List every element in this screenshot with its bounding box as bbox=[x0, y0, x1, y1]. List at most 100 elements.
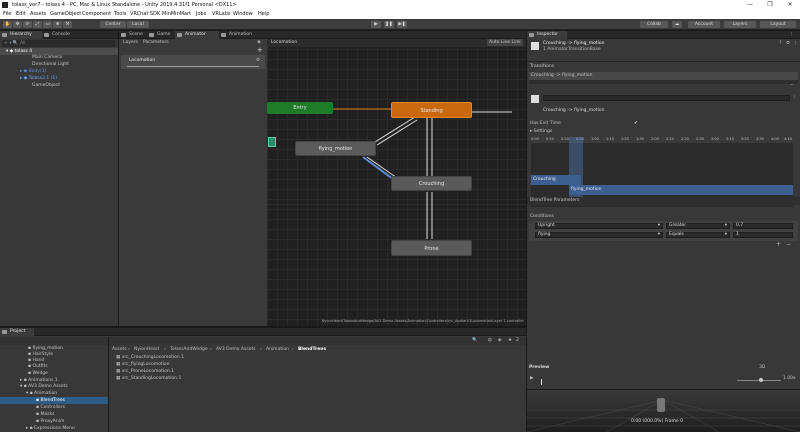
menu-vrlabs[interactable]: VRLabs bbox=[212, 10, 231, 19]
menu-gameobject[interactable]: GameObject bbox=[50, 10, 81, 19]
preview-3d-toggle[interactable]: 3D bbox=[759, 364, 765, 371]
hierarchy-item[interactable]: GameObject bbox=[0, 82, 60, 89]
any-state-marker-icon[interactable] bbox=[268, 137, 276, 147]
project-folder[interactable]: ▸ ▪ Expressions Menu bbox=[26, 425, 75, 432]
project-splitter[interactable] bbox=[108, 337, 109, 432]
rotate-tool-icon[interactable]: ⟳ bbox=[23, 21, 32, 28]
rect-tool-icon[interactable]: ▭ bbox=[43, 21, 52, 28]
transform-tool-icon[interactable]: ⊕ bbox=[53, 21, 62, 28]
project-folder[interactable]: ▪ Masks bbox=[36, 411, 54, 418]
step-icon[interactable]: ▶❚ bbox=[397, 21, 407, 28]
add-layer-icon[interactable]: + bbox=[257, 47, 263, 54]
remove-transition-icon[interactable]: − bbox=[790, 82, 794, 89]
project-folder[interactable]: ▪ Controllers bbox=[36, 404, 65, 411]
layout-dropdown[interactable]: Layout bbox=[760, 21, 796, 28]
hierarchy-search[interactable]: + ▾ 🔍 All bbox=[2, 40, 116, 47]
cloud-icon[interactable]: ☁ bbox=[672, 21, 682, 28]
transition-name-field[interactable] bbox=[543, 95, 790, 101]
pause-icon[interactable]: ❚❚ bbox=[384, 21, 394, 28]
breadcrumb-item[interactable]: NyionHeart bbox=[134, 346, 159, 353]
animator-graph[interactable]: Locomotion Auto Live Link Entry Standing… bbox=[267, 39, 526, 326]
project-folder[interactable]: ▪ ProxyAnim bbox=[36, 418, 64, 425]
breadcrumb-item[interactable]: Animation bbox=[266, 346, 289, 353]
project-folder[interactable]: ▪ Wedge bbox=[28, 370, 48, 377]
layers-tab[interactable]: Layers bbox=[123, 39, 138, 46]
condition-value-input[interactable]: 1 bbox=[733, 232, 793, 238]
filter-label-icon[interactable]: ◈ bbox=[498, 337, 501, 344]
move-tool-icon[interactable]: ✥ bbox=[13, 21, 22, 28]
remove-condition-icon[interactable]: − bbox=[786, 241, 791, 248]
favorite-icon[interactable]: ★ bbox=[508, 337, 512, 344]
menu-component[interactable]: Component bbox=[82, 10, 111, 19]
menu-jobs[interactable]: Jobs bbox=[196, 10, 206, 19]
state-flying-motion[interactable]: flying_motion bbox=[295, 141, 376, 156]
menu-file[interactable]: File bbox=[3, 10, 11, 19]
state-prone[interactable]: Prone bbox=[391, 240, 472, 256]
tab-animator[interactable]: Animator bbox=[175, 31, 219, 39]
transition-list-item[interactable]: Crouching -> flying_motion bbox=[529, 72, 798, 80]
preview-play-icon[interactable]: ▶ bbox=[530, 375, 533, 382]
panel-menu-icon[interactable]: ⋮ bbox=[789, 31, 794, 38]
parameters-tab[interactable]: Parameters bbox=[143, 39, 169, 46]
eye-icon[interactable]: ◉ bbox=[257, 39, 261, 46]
state-standing[interactable]: Standing bbox=[391, 102, 472, 118]
more-icon[interactable]: ⋮ bbox=[793, 40, 798, 47]
project-folder[interactable]: ▪ Outfits bbox=[28, 363, 48, 370]
condition-param-dropdown[interactable]: Upright ▾ bbox=[535, 223, 663, 229]
menu-tools[interactable]: Tools bbox=[114, 10, 126, 19]
track-crouching[interactable]: Crouching bbox=[531, 175, 581, 185]
project-search-icon[interactable]: 🔍 bbox=[472, 337, 478, 344]
menu-assets[interactable]: Assets bbox=[30, 10, 46, 19]
project-file[interactable]: ▦ vrc_CrouchingLocomotion.1 bbox=[116, 354, 184, 361]
condition-op-dropdown[interactable]: Greater ▾ bbox=[666, 223, 730, 229]
breadcrumb-item[interactable]: TolassAndWedge bbox=[170, 346, 208, 353]
menu-vrchat-sdk[interactable]: VRChat SDK bbox=[130, 10, 160, 19]
menu-help[interactable]: Help bbox=[258, 10, 269, 19]
state-entry[interactable]: Entry bbox=[267, 102, 333, 114]
pivot-center-button[interactable]: Center bbox=[100, 21, 126, 28]
has-exit-time-checkbox[interactable]: ✔ bbox=[634, 120, 638, 127]
tab-hierarchy[interactable]: Hierarchy bbox=[0, 31, 42, 39]
tab-scene[interactable]: Scene bbox=[119, 31, 147, 39]
condition-op-dropdown[interactable]: Equals ▾ bbox=[666, 232, 730, 238]
play-icon[interactable]: ▶ bbox=[371, 21, 381, 28]
maximize-button[interactable]: ❐ bbox=[760, 0, 780, 10]
account-dropdown[interactable]: Account bbox=[688, 21, 720, 28]
menu-window[interactable]: Window bbox=[233, 10, 253, 19]
more-icon[interactable]: ⋮ bbox=[792, 94, 797, 101]
layer-item[interactable]: Locomotion ⚙ bbox=[121, 55, 265, 69]
minimize-button[interactable]: — bbox=[740, 0, 760, 10]
preview-scrubber[interactable] bbox=[541, 379, 542, 385]
custom-tool-icon[interactable]: ⚒ bbox=[63, 21, 72, 28]
hierarchy-item[interactable]: Directional Light bbox=[0, 61, 69, 68]
breadcrumb-item[interactable]: AV3 Demo Assets bbox=[216, 346, 256, 353]
scale-tool-icon[interactable]: ⤢ bbox=[33, 21, 42, 28]
collab-button[interactable]: Collab bbox=[640, 21, 668, 28]
tab-console[interactable]: Console bbox=[42, 31, 76, 39]
track-flying-motion[interactable]: flying_motion bbox=[569, 185, 793, 195]
filter-type-icon[interactable]: ⏣ bbox=[488, 337, 492, 344]
speed-slider-thumb[interactable] bbox=[759, 378, 763, 382]
project-file[interactable]: ▦ vrc_StandingLocomotion.1 bbox=[116, 375, 181, 382]
tab-game[interactable]: Game bbox=[147, 31, 175, 39]
project-file[interactable]: ▦ vrc_flyingLocomotion bbox=[116, 361, 169, 368]
tab-project[interactable]: Project bbox=[0, 328, 34, 336]
state-crouching[interactable]: Crouching bbox=[391, 176, 472, 191]
menu-minminmart[interactable]: MinMinMart bbox=[162, 10, 191, 19]
hierarchy-item[interactable]: ▸ ◆ Body(1) bbox=[0, 68, 46, 75]
breadcrumb-item[interactable]: Assets bbox=[112, 346, 127, 353]
hierarchy-item[interactable]: ▸ ◆ Tolass3.1 (1) bbox=[0, 75, 57, 82]
condition-value-input[interactable]: 0.7 bbox=[733, 223, 793, 229]
close-button[interactable]: ✕ bbox=[780, 0, 800, 10]
project-folder[interactable]: ▾ ▪ Animation bbox=[26, 390, 57, 397]
project-file[interactable]: ▦ vrc_ProneLocomotion.1 bbox=[116, 368, 174, 375]
preset-icon[interactable]: ⚙ bbox=[786, 40, 790, 47]
hand-tool-icon[interactable]: ✋ bbox=[3, 21, 12, 28]
layer-settings-gear-icon[interactable]: ⚙ bbox=[256, 57, 260, 64]
tab-animation[interactable]: Animation bbox=[219, 31, 259, 39]
settings-foldout[interactable]: ▸ Settings bbox=[530, 128, 552, 135]
pivot-local-button[interactable]: Local bbox=[127, 21, 149, 28]
add-condition-icon[interactable]: + bbox=[776, 241, 781, 248]
breadcrumb-item-current[interactable]: BlendTrees bbox=[298, 346, 326, 353]
preview-viewport[interactable]: 0:00 (000.0%) Frame 0 bbox=[527, 390, 800, 432]
